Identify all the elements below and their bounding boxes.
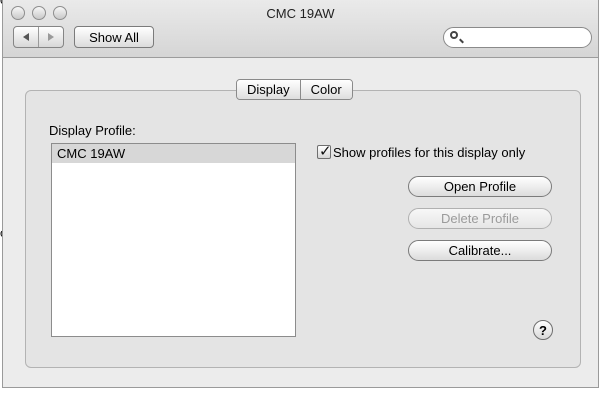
profile-list[interactable]: CMC 19AW <box>51 143 296 337</box>
back-button[interactable] <box>14 27 38 47</box>
tab-display[interactable]: Display <box>237 80 300 99</box>
tab-bar: Display Color <box>236 79 353 100</box>
calibrate-button[interactable]: Calibrate... <box>408 240 552 261</box>
forward-arrow-icon <box>48 33 54 41</box>
window-toolbar: CMC 19AW Show All <box>3 0 598 58</box>
show-all-button[interactable]: Show All <box>74 26 154 48</box>
search-icon <box>450 31 458 39</box>
display-profile-label: Display Profile: <box>49 123 136 138</box>
show-profiles-checkbox[interactable] <box>317 142 332 160</box>
window-title: CMC 19AW <box>266 6 335 21</box>
tab-color[interactable]: Color <box>299 80 352 99</box>
delete-profile-button[interactable]: Delete Profile <box>408 208 552 229</box>
search-field[interactable] <box>443 27 592 48</box>
open-profile-button[interactable]: Open Profile <box>408 176 552 197</box>
help-icon[interactable]: ? <box>533 320 553 340</box>
preferences-window: CMC 19AW Show All Display Color Display … <box>2 0 599 388</box>
back-forward-control <box>13 26 64 48</box>
back-arrow-icon <box>23 33 29 41</box>
show-profiles-label: Show profiles for this display only <box>333 145 526 160</box>
search-input[interactable] <box>466 30 590 46</box>
list-item[interactable]: CMC 19AW <box>52 144 295 163</box>
forward-button[interactable] <box>38 27 63 47</box>
